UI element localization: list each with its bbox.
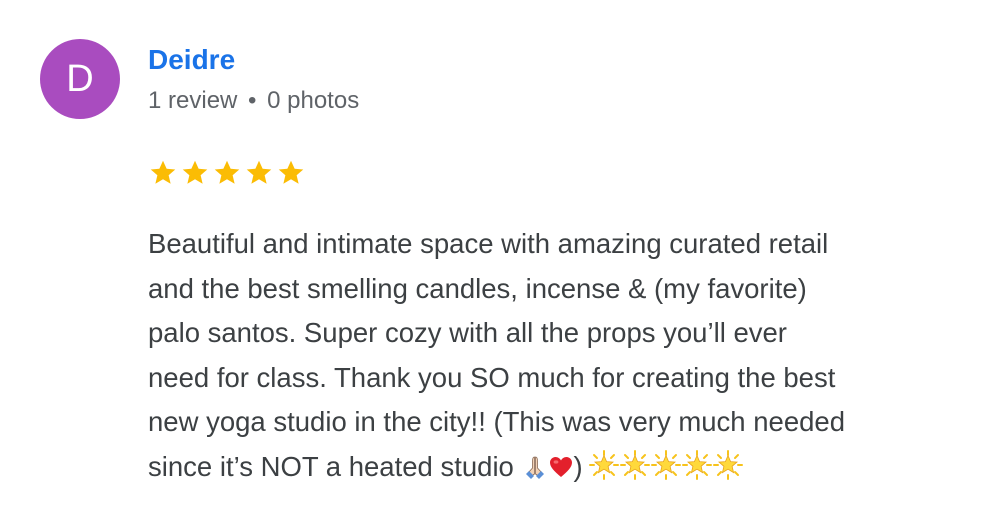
- review-line: new yoga studio in the city!! (This was …: [148, 406, 846, 437]
- review-text: Beautiful and intimate space with amazin…: [148, 222, 968, 489]
- meta-separator: •: [248, 87, 257, 114]
- glowing-star-icon: [712, 449, 743, 480]
- review-line: palo santos. Super cozy with all the pro…: [148, 317, 787, 348]
- avatar[interactable]: D: [40, 39, 120, 119]
- review-card: D Deidre 1 review • 0 photos Beautiful a…: [0, 0, 1000, 518]
- glowing-star-icon: [650, 449, 681, 480]
- star-icon: [278, 160, 304, 184]
- reviewer-name[interactable]: Deidre: [148, 42, 235, 78]
- star-icon: [182, 160, 208, 184]
- glowing-star-icon: [681, 449, 712, 480]
- praying-hands-icon: [522, 454, 548, 480]
- reviewer-meta: 1 review • 0 photos: [148, 85, 359, 117]
- review-line: need for class. Thank you SO much for cr…: [148, 361, 836, 393]
- star-rating: [148, 158, 306, 188]
- star-icon: [214, 160, 240, 184]
- review-line: and the best smelling candles, incense &…: [148, 272, 807, 304]
- red-heart-icon: [548, 454, 574, 480]
- review-line: Beautiful and intimate space with amazin…: [148, 228, 829, 259]
- avatar-initial: D: [66, 58, 94, 100]
- glowing-star-icon: [588, 449, 619, 480]
- closing-paren: ): [573, 450, 583, 482]
- review-line-last: since it’s NOT a heated studio ): [148, 445, 968, 490]
- star-icon: [246, 160, 272, 184]
- glowing-star-icon: [619, 449, 650, 480]
- glowing-stars: [588, 449, 743, 480]
- review-line: since it’s NOT a heated studio: [148, 450, 522, 482]
- review-count: 1 review: [148, 87, 238, 114]
- star-icon: [150, 160, 176, 184]
- photo-count: 0 photos: [267, 87, 360, 114]
